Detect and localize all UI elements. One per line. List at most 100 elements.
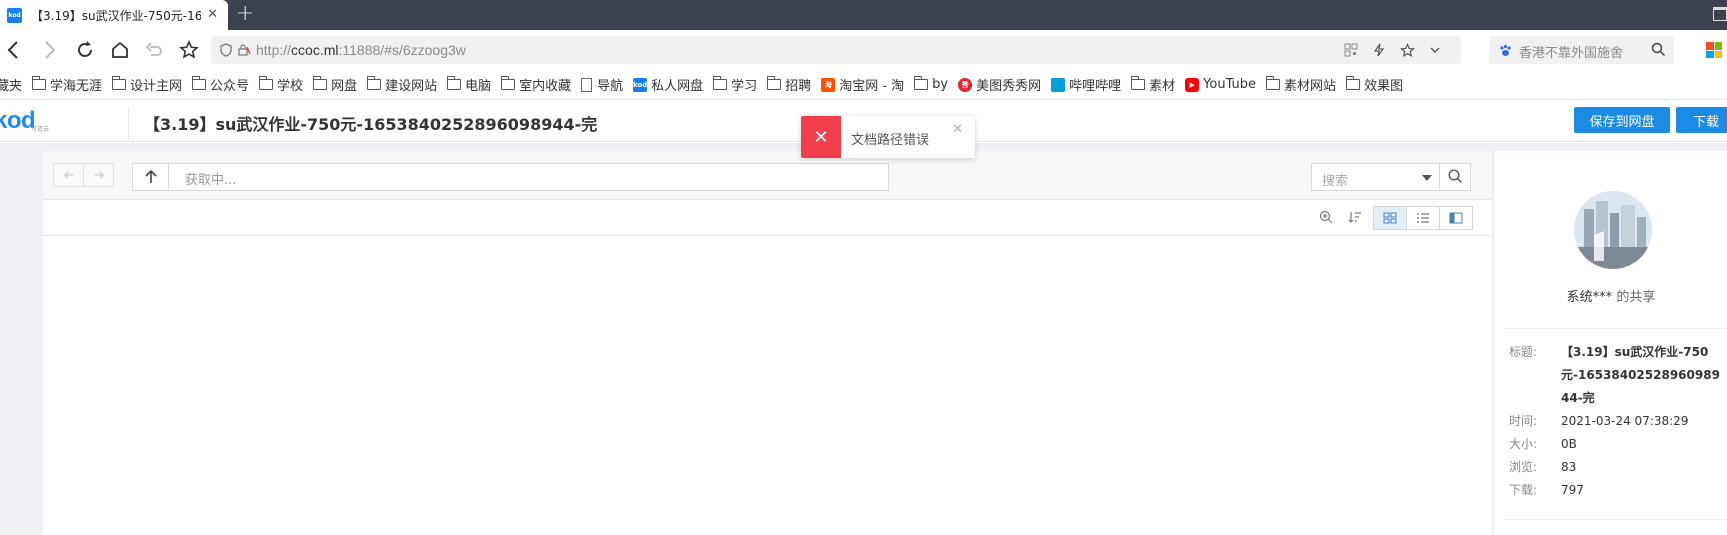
- header-divider: [128, 108, 129, 140]
- bookmark-item[interactable]: 哔哩哔哩: [1051, 75, 1121, 94]
- home-icon[interactable]: [110, 40, 130, 60]
- file-search-box[interactable]: 搜索: [1311, 163, 1471, 191]
- up-arrow-icon[interactable]: [133, 164, 169, 190]
- page-icon: [581, 77, 593, 92]
- new-tab-icon[interactable]: +: [236, 2, 254, 26]
- folder-icon: [1131, 76, 1146, 90]
- folder-icon: [32, 76, 47, 90]
- bookmark-item[interactable]: kod 私人网盘: [633, 75, 703, 94]
- qr-code-icon[interactable]: [1343, 42, 1359, 58]
- save-to-drive-button[interactable]: 保存到网盘: [1574, 107, 1670, 133]
- grid-view-icon[interactable]: [1374, 207, 1407, 229]
- browser-search-box[interactable]: 香港不靠外国施舍: [1489, 36, 1674, 64]
- lightning-icon[interactable]: [1371, 42, 1387, 58]
- owner-label: 系统*** 的共享: [1566, 290, 1656, 305]
- folder-icon: [112, 76, 127, 90]
- favorite-star-icon[interactable]: [1399, 42, 1415, 58]
- reload-icon[interactable]: [75, 40, 95, 60]
- bookmark-item[interactable]: 素材: [1131, 75, 1175, 94]
- bookmark-label: 设计主网: [130, 79, 183, 94]
- bookmark-label: YouTube: [1203, 77, 1257, 92]
- address-bar[interactable]: http://ccoc.ml:11888/#s/6zzoog3w: [211, 36, 1461, 64]
- meta-row-size: 大小: 0B: [1509, 437, 1577, 451]
- window-menu-icon[interactable]: [1713, 7, 1727, 21]
- bookmark-item[interactable]: 公众号: [192, 75, 249, 94]
- sort-icon[interactable]: [1347, 209, 1363, 225]
- baidu-paw-icon: [1499, 44, 1512, 61]
- share-meta-list: 标题: 【3.19】su武汉作业-750元-1653840252896098944…: [1509, 341, 1724, 502]
- bookmark-star-icon[interactable]: [179, 40, 199, 60]
- bookmark-item[interactable]: 淘淘宝网 - 淘: [821, 75, 904, 94]
- browser-tab-active[interactable]: kod 【3.19】su武汉作业-750元-16 ✕: [0, 0, 228, 30]
- split-view-icon[interactable]: [1440, 207, 1472, 229]
- bookmark-item[interactable]: 室内收藏: [501, 75, 571, 94]
- folder-icon: [713, 76, 728, 90]
- back-icon[interactable]: [3, 40, 23, 60]
- bookmark-item[interactable]: 学习: [713, 75, 757, 94]
- bookmark-label: 藏夹: [0, 79, 23, 94]
- bookmark-item[interactable]: 网盘: [313, 75, 357, 94]
- owner-name[interactable]: 系统***: [1567, 290, 1613, 305]
- bookmark-item[interactable]: 秀美图秀秀网: [958, 75, 1041, 94]
- forward-icon[interactable]: [40, 40, 60, 60]
- owner-avatar: [1574, 191, 1652, 269]
- logo-subtitle: 可道云: [31, 126, 50, 133]
- bookmark-item[interactable]: ▶ YouTube: [1185, 77, 1256, 92]
- kod-favicon-icon: kod: [7, 7, 22, 23]
- folder-icon: [259, 76, 274, 90]
- bookmark-label: 素材网站: [1284, 79, 1337, 94]
- folder-icon: [313, 76, 328, 90]
- list-view-icon[interactable]: [1407, 207, 1440, 229]
- kod-logo[interactable]: kod: [0, 107, 36, 135]
- close-toast-icon[interactable]: ✕: [952, 122, 963, 137]
- download-button[interactable]: 下载: [1676, 107, 1727, 133]
- path-loading-text: 获取中...: [185, 173, 237, 188]
- error-icon: ✕: [801, 116, 841, 158]
- bookmark-item[interactable]: by: [914, 76, 948, 92]
- insecure-connection-icon[interactable]: [237, 43, 251, 61]
- bookmark-item[interactable]: 设计主网: [112, 75, 182, 94]
- meitu-icon: 秀: [958, 77, 973, 92]
- search-icon[interactable]: [1448, 169, 1463, 188]
- search-icon[interactable]: [1651, 42, 1666, 61]
- url-text: http://ccoc.ml:11888/#s/6zzoog3w: [256, 42, 466, 58]
- bookmark-label: 哔哩哔哩: [1069, 79, 1122, 94]
- folder-icon: [501, 76, 516, 90]
- bookmark-item[interactable]: 素材网站: [1266, 75, 1336, 94]
- search-scope-dropdown-icon[interactable]: [1422, 175, 1432, 181]
- page-title: 【3.19】su武汉作业-750元-1653840252896098944-完: [144, 115, 598, 134]
- undo-close-icon[interactable]: [144, 40, 164, 60]
- toast-message: 文档路径错误: [851, 133, 930, 148]
- folder-icon: [1266, 76, 1281, 90]
- zoom-in-icon[interactable]: [1318, 209, 1334, 225]
- bookmark-item[interactable]: 效果图: [1346, 75, 1403, 94]
- nav-back-button[interactable]: [53, 163, 84, 187]
- folder-icon: [192, 76, 207, 90]
- bookmark-label: 淘宝网 - 淘: [839, 79, 905, 94]
- meta-row-views: 浏览: 83: [1509, 460, 1577, 474]
- meta-row-time: 时间: 2021-03-24 07:38:29: [1509, 414, 1689, 428]
- bookmark-label: 招聘: [785, 79, 812, 94]
- error-toast: ✕ 文档路径错误 ✕: [801, 116, 975, 158]
- microsoft-logo-icon[interactable]: [1706, 42, 1722, 58]
- bookmark-label: 学海无涯: [50, 79, 103, 94]
- meta-row-title: 标题: 【3.19】su武汉作业-750元-1653840252896098944…: [1509, 341, 1724, 410]
- close-tab-icon[interactable]: ✕: [207, 7, 218, 22]
- bookmark-item[interactable]: 学海无涯: [32, 75, 102, 94]
- bookmark-label: 公众号: [210, 79, 250, 94]
- bookmark-label: 效果图: [1364, 79, 1404, 94]
- chevron-down-icon[interactable]: [1427, 42, 1443, 58]
- view-mode-switcher: [1373, 206, 1473, 230]
- bookmark-item[interactable]: 电脑: [447, 75, 491, 94]
- bookmark-item[interactable]: 建设网站: [367, 75, 437, 94]
- path-input[interactable]: 获取中...: [132, 163, 889, 191]
- browser-toolbar: http://ccoc.ml:11888/#s/6zzoog3w 香港不靠外国施…: [0, 30, 1727, 70]
- bookmark-label: 学习: [731, 79, 758, 94]
- meta-title-value: 【3.19】su武汉作业-750元-1653840252896098944-完: [1561, 345, 1720, 405]
- bookmark-item[interactable]: 学校: [259, 75, 303, 94]
- bookmark-item[interactable]: 藏夹: [0, 75, 22, 94]
- nav-forward-button[interactable]: [83, 163, 114, 187]
- bookmark-item[interactable]: 招聘: [767, 75, 811, 94]
- shield-icon[interactable]: [219, 43, 233, 61]
- bookmark-item[interactable]: 导航: [581, 75, 623, 94]
